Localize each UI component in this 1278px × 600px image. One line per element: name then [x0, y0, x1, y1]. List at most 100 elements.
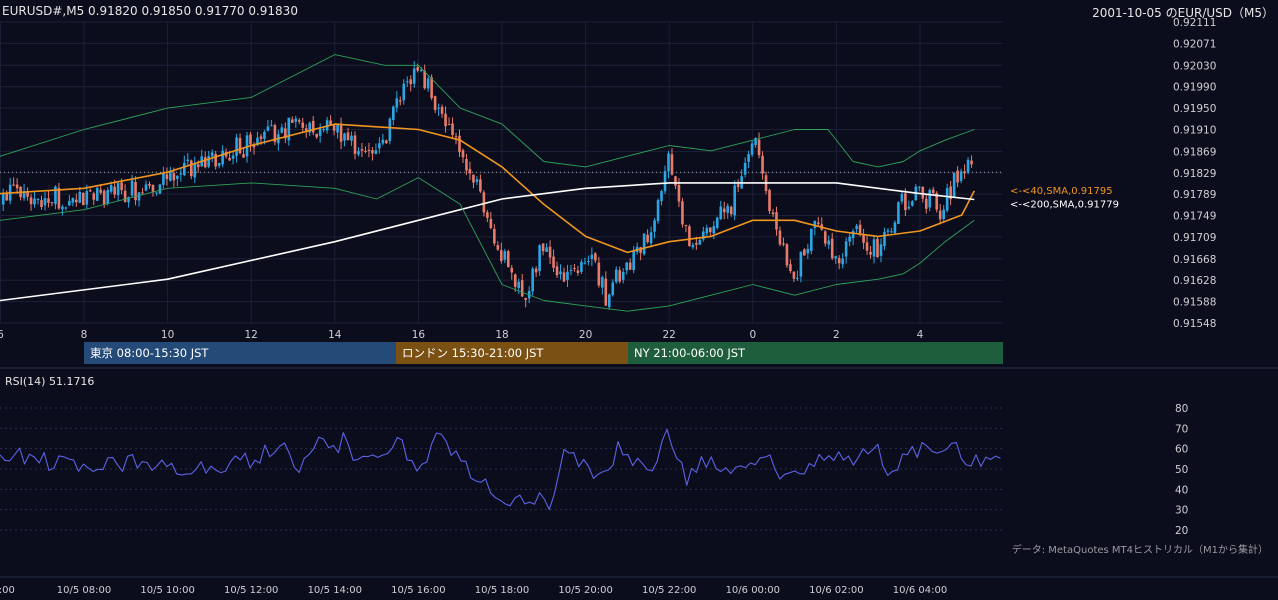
- time-axis-tick-label: 10/5 14:00: [308, 585, 362, 596]
- candle-body: [259, 136, 263, 139]
- candle-body: [130, 180, 134, 196]
- candle-body: [461, 150, 465, 158]
- rsi-axis-tick-label: 80: [1175, 403, 1188, 415]
- candle-body: [203, 157, 207, 168]
- candle-body: [782, 243, 785, 245]
- candle-body: [855, 225, 858, 229]
- time-axis-tick-label: 10/6 04:00: [893, 585, 947, 596]
- price-axis-tick-label: 0.91869: [1173, 146, 1216, 158]
- candle-body: [280, 127, 284, 133]
- time-axis-tick-label: 10/5 18:00: [475, 585, 529, 596]
- candle-body: [799, 251, 803, 277]
- candle-body: [834, 256, 838, 259]
- candle-body: [904, 193, 907, 211]
- candle-body: [520, 280, 524, 297]
- candle-body: [931, 189, 935, 194]
- candle-body: [238, 138, 242, 154]
- candle-body: [123, 190, 127, 202]
- candle-body: [353, 135, 357, 154]
- time-axis-tick-label: 10/5 22:00: [642, 585, 696, 596]
- candle-body: [109, 185, 113, 192]
- candle-body: [231, 155, 235, 159]
- candle-body: [569, 269, 573, 271]
- candle-body: [426, 78, 430, 89]
- time-axis-tick-label: 10/5 20:00: [558, 585, 612, 596]
- candle-body: [691, 244, 695, 248]
- session-band-london: ロンドン 15:30-21:00 JST: [396, 342, 628, 364]
- candle-body: [893, 222, 897, 233]
- hour-axis-tick-label: 16: [412, 329, 426, 341]
- candle-body: [890, 231, 893, 233]
- candle-body: [430, 77, 433, 99]
- candle-body: [451, 123, 454, 136]
- candle-body: [663, 171, 667, 192]
- rsi-axis-tick-label: 20: [1175, 525, 1188, 537]
- candle-body: [102, 190, 106, 205]
- candle-body: [580, 261, 583, 272]
- candle-body: [785, 244, 789, 266]
- candle-body: [500, 250, 503, 262]
- candle-body: [956, 170, 959, 183]
- candle-body: [677, 184, 681, 202]
- candle-body: [684, 225, 688, 227]
- price-axis-tick-label: 0.91749: [1173, 211, 1216, 223]
- candle-body: [851, 230, 855, 239]
- candle-body: [392, 106, 395, 120]
- candle-body: [601, 277, 604, 288]
- candle-body: [531, 268, 534, 292]
- candle-body: [496, 245, 500, 250]
- candle-body: [611, 282, 615, 296]
- candle-body: [576, 270, 580, 273]
- candle-body: [134, 182, 137, 201]
- hour-axis-tick-label: 14: [328, 329, 342, 341]
- candle-body: [583, 262, 587, 264]
- candle-body: [534, 268, 538, 273]
- rsi-axis-tick-label: 30: [1175, 505, 1188, 517]
- price-axis-tick-label: 0.91548: [1173, 318, 1216, 330]
- candle-body: [315, 133, 318, 138]
- candle-body: [848, 236, 851, 242]
- candle-body: [99, 189, 103, 193]
- candle-body: [412, 68, 416, 84]
- candle-body: [40, 200, 43, 207]
- candle-body: [318, 128, 322, 136]
- hour-axis-tick-label: 10: [161, 329, 174, 341]
- candle-body: [196, 164, 200, 168]
- candle-body: [165, 174, 169, 180]
- price-chart[interactable]: <-<40,SMA,0.91795 <-<200,SMA,0.91779 0.92…: [0, 0, 1278, 600]
- candle-body: [865, 242, 869, 251]
- candle-body: [162, 173, 165, 185]
- candle-body: [36, 199, 40, 201]
- candle-body: [803, 249, 806, 256]
- candle-body: [479, 179, 482, 192]
- candle-body: [357, 151, 360, 155]
- candle-body: [144, 184, 148, 191]
- price-axis-tick-label: 0.92071: [1173, 38, 1216, 50]
- candle-body: [33, 198, 36, 205]
- hour-axis-tick-label: 18: [495, 329, 508, 341]
- candle-body: [228, 157, 231, 161]
- hour-axis-tick-label: 0: [749, 329, 756, 341]
- candle-body: [210, 152, 214, 157]
- candle-body: [346, 132, 350, 141]
- candle-body: [907, 206, 911, 209]
- candle-body: [733, 185, 736, 216]
- candle-body: [688, 226, 691, 247]
- candle-body: [594, 253, 597, 261]
- candle-body: [311, 120, 315, 133]
- candle-body: [350, 135, 353, 141]
- candle-body: [587, 260, 590, 262]
- candle-body: [548, 246, 552, 258]
- candle-body: [768, 189, 771, 212]
- sma200-line: [0, 182, 975, 302]
- candle-body: [747, 154, 750, 162]
- chart-window: <-<40,SMA,0.91795 <-<200,SMA,0.91779 0.92…: [0, 0, 1278, 600]
- time-axis-tick-label: 10/5 16:00: [391, 585, 445, 596]
- candle-body: [921, 186, 925, 199]
- candle-body: [475, 179, 479, 182]
- candle-body: [242, 154, 245, 158]
- candle-body: [263, 131, 266, 139]
- candle-body: [792, 271, 796, 279]
- candle-body: [667, 153, 670, 172]
- candle-body: [813, 220, 817, 228]
